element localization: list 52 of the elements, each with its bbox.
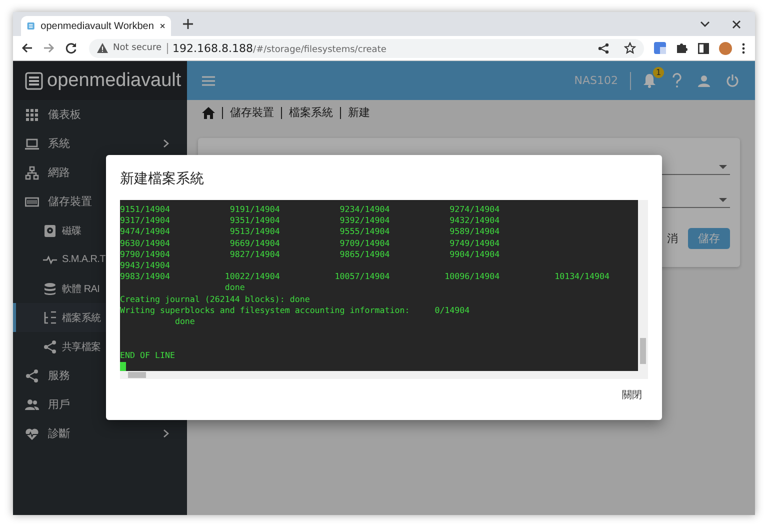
sidebar-item[interactable]: 服務: [13, 361, 187, 390]
share-icon[interactable]: [598, 42, 609, 54]
sidebar-item[interactable]: 系統: [13, 129, 187, 158]
new-tab-icon[interactable]: [183, 19, 193, 29]
security-label: Not secure: [113, 43, 162, 53]
star-icon[interactable]: [624, 42, 636, 54]
sidebar-item[interactable]: 診斷: [13, 419, 187, 448]
caret-icon: [719, 198, 727, 202]
network-icon: [25, 166, 39, 180]
share-icon: [25, 368, 39, 382]
close-icon[interactable]: [160, 22, 165, 30]
server-logo-icon: [25, 72, 43, 90]
grid-icon: [25, 108, 39, 122]
home-icon[interactable]: [202, 106, 215, 118]
close-button[interactable]: 關閉: [616, 384, 648, 406]
sidebar-icon[interactable]: [698, 42, 709, 54]
cancel-button[interactable]: 消: [663, 228, 682, 249]
hostname-label: NAS102: [574, 74, 618, 87]
tab-title: openmediavault Workben: [40, 20, 154, 32]
dialog-title: 新建檔案系統: [120, 170, 205, 189]
storage-icon: [25, 194, 39, 208]
breadcrumb-item[interactable]: 儲存裝置: [230, 105, 274, 120]
puzzle-icon[interactable]: [676, 42, 688, 54]
caret-icon: [719, 165, 727, 169]
chevron-right-icon: [163, 429, 169, 438]
warning-icon: [97, 43, 108, 53]
sidebar-item[interactable]: 儀表板: [13, 100, 187, 129]
notification-badge: 1: [653, 67, 664, 78]
reload-icon[interactable]: [65, 42, 77, 54]
users-icon: [25, 398, 39, 412]
back-arrow-icon[interactable]: [21, 42, 33, 54]
breadcrumb-item[interactable]: 檔案系統: [289, 105, 333, 120]
sidebar-item[interactable]: 用戶: [13, 390, 187, 419]
chevron-right-icon: [163, 139, 169, 148]
address-bar[interactable]: Not secure 192.168.8.188/#/storage/filesystems/create: [89, 38, 644, 58]
close-icon[interactable]: [732, 20, 741, 28]
page-icon: [27, 20, 35, 32]
browser-tab[interactable]: openmediavault Workben: [21, 16, 171, 36]
translate-icon[interactable]: [654, 42, 666, 54]
forward-arrow-icon[interactable]: [43, 42, 55, 54]
tree-icon: [43, 310, 57, 324]
db-icon: [43, 282, 57, 296]
chevron-down-icon[interactable]: [700, 21, 710, 27]
share-icon: [43, 340, 57, 354]
logo-text: openmediavault: [47, 70, 182, 92]
terminal-cursor: [120, 362, 126, 371]
heart-icon: [25, 426, 39, 440]
url-text: 192.168.8.188/#/storage/filesystems/create: [172, 42, 386, 54]
more-icon[interactable]: [742, 42, 745, 54]
avatar-icon[interactable]: [719, 42, 732, 54]
breadcrumb-item: 新建: [348, 105, 370, 120]
laptop-icon: [25, 136, 39, 150]
